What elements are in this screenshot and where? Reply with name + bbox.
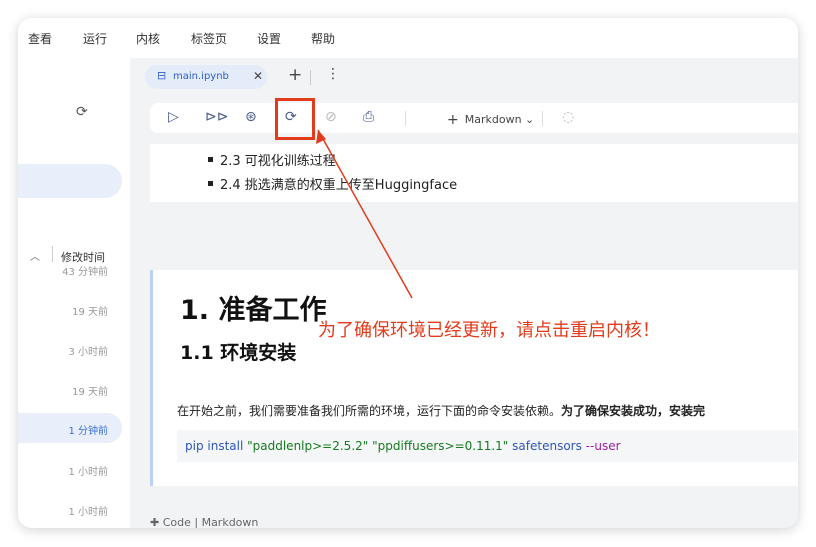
annotation-arrow [316,129,413,299]
arrow-line [317,129,413,299]
annotation-text: 为了确保环境已经更新，请点击重启内核！ [318,320,660,341]
